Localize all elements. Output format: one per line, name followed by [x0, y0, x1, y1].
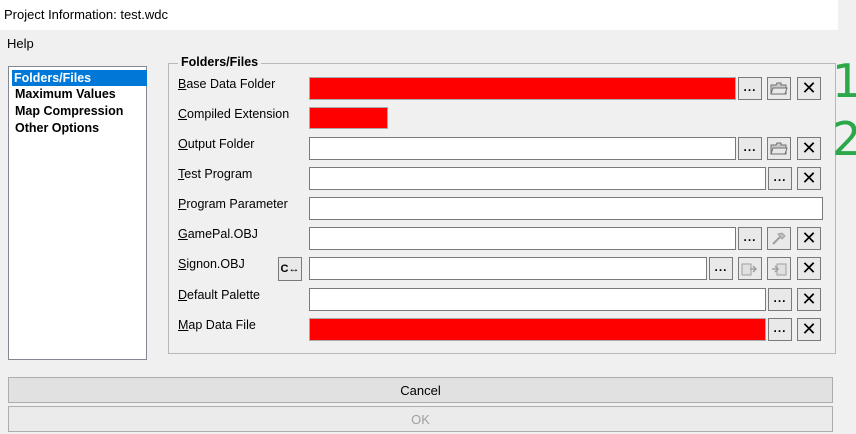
close-icon: ✕: [801, 167, 817, 189]
map-data-file-clear-button[interactable]: ✕: [797, 318, 821, 341]
group-title: Folders/Files: [178, 55, 262, 69]
close-icon: ✕: [801, 288, 817, 310]
menu-bar: Help: [0, 30, 838, 56]
base-data-folder-browse-button[interactable]: ...: [738, 77, 762, 100]
map-data-file-field[interactable]: [309, 318, 766, 341]
output-folder-browse-button[interactable]: ...: [738, 137, 762, 160]
close-icon: ✕: [801, 318, 817, 340]
signon-convert-button[interactable]: C↔: [278, 257, 302, 281]
category-maximum-values[interactable]: Maximum Values: [13, 86, 118, 102]
default-palette-field[interactable]: [309, 288, 766, 311]
signon-obj-export-button[interactable]: [738, 257, 762, 280]
map-data-file-browse-button[interactable]: ...: [768, 318, 792, 341]
open-folder-icon: [770, 142, 788, 154]
signon-obj-label: Signon.OBJ: [178, 257, 245, 271]
output-folder-label: Output Folder: [178, 137, 255, 151]
test-program-label: Test Program: [178, 167, 253, 181]
test-program-clear-button[interactable]: ✕: [797, 167, 821, 190]
import-icon: [772, 263, 787, 275]
output-folder-open-button[interactable]: [767, 137, 791, 160]
gamepal-obj-build-button[interactable]: [767, 227, 791, 250]
default-palette-clear-button[interactable]: ✕: [797, 288, 821, 311]
menu-help[interactable]: Help: [7, 36, 34, 51]
category-map-compression[interactable]: Map Compression: [13, 103, 125, 119]
output-folder-clear-button[interactable]: ✕: [797, 137, 821, 160]
annotation-1: 1: [832, 54, 856, 108]
close-icon: ✕: [801, 227, 817, 249]
output-folder-field[interactable]: [309, 137, 736, 160]
map-data-file-label: Map Data File: [178, 318, 256, 332]
gamepal-obj-label: GamePal.OBJ: [178, 227, 258, 241]
compiled-extension-field[interactable]: [309, 107, 388, 129]
default-palette-browse-button[interactable]: ...: [768, 288, 792, 311]
program-parameter-field[interactable]: [309, 197, 823, 220]
compiled-extension-label: Compiled Extension: [178, 107, 290, 121]
test-program-browse-button[interactable]: ...: [768, 167, 792, 190]
default-palette-label: Default Palette: [178, 288, 260, 302]
gamepal-obj-field[interactable]: [309, 227, 736, 250]
gamepal-obj-clear-button[interactable]: ✕: [797, 227, 821, 250]
hammer-icon: [772, 231, 786, 245]
signon-obj-import-button[interactable]: [767, 257, 791, 280]
base-data-folder-open-button[interactable]: [767, 77, 791, 100]
ok-button[interactable]: OK: [8, 406, 833, 432]
close-icon: ✕: [801, 137, 817, 159]
window-title: Project Information: test.wdc: [4, 7, 169, 22]
category-list[interactable]: Folders/Files Maximum Values Map Compres…: [8, 66, 147, 360]
signon-obj-clear-button[interactable]: ✕: [797, 257, 821, 280]
base-data-folder-clear-button[interactable]: ✕: [797, 77, 821, 100]
base-data-folder-field[interactable]: [309, 77, 736, 100]
export-icon: [741, 263, 758, 275]
close-icon: ✕: [801, 77, 817, 99]
cancel-button[interactable]: Cancel: [8, 377, 833, 403]
title-bar: Project Information: test.wdc: [0, 0, 838, 30]
category-other-options[interactable]: Other Options: [13, 120, 101, 136]
base-data-folder-label: Base Data Folder: [178, 77, 276, 91]
gamepal-obj-browse-button[interactable]: ...: [738, 227, 762, 250]
signon-obj-field[interactable]: [309, 257, 707, 280]
category-folders-files[interactable]: Folders/Files: [12, 70, 147, 86]
open-folder-icon: [770, 82, 788, 94]
signon-obj-browse-button[interactable]: ...: [709, 257, 733, 280]
program-parameter-label: Program Parameter: [178, 197, 288, 211]
annotation-2: 2: [832, 112, 856, 166]
close-icon: ✕: [801, 257, 817, 279]
test-program-field[interactable]: [309, 167, 766, 190]
